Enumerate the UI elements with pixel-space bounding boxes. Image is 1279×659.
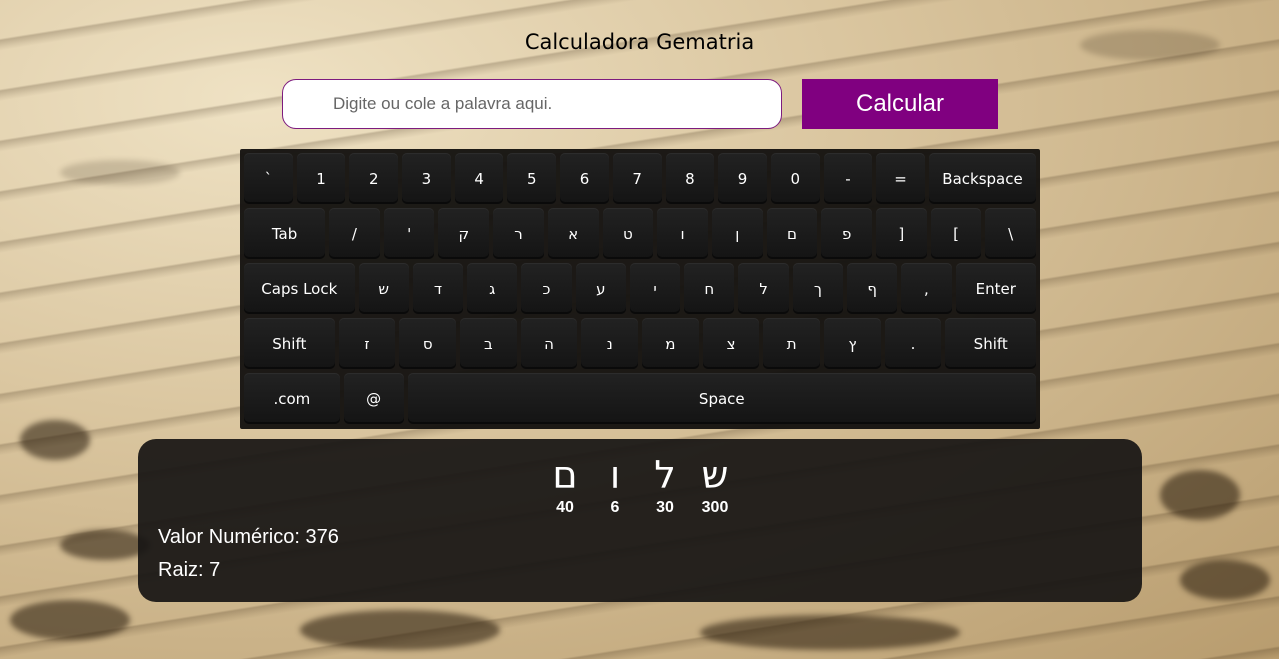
key-backspace[interactable]: Backspace <box>928 153 1037 204</box>
key[interactable]: ש <box>358 263 409 314</box>
keyboard-row: Shift ז ס ב ה נ מ צ ת ץ. Shift <box>244 318 1037 369</box>
key[interactable]: ן <box>711 208 763 259</box>
key[interactable]: 9 <box>718 153 767 204</box>
key[interactable]: . <box>884 318 942 369</box>
key-tab[interactable]: Tab <box>244 208 326 259</box>
key[interactable]: ח <box>684 263 735 314</box>
virtual-keyboard: ` 1 2 3 4 5 6 7 8 9 0- = Backspace Tab / ' ק ר א ט ו ן ם פ][\ Ca… <box>240 149 1040 429</box>
letter-item: ל 30 <box>645 453 685 517</box>
key-shift[interactable]: Shift <box>244 318 335 369</box>
key[interactable]: ס <box>399 318 457 369</box>
key[interactable]: 4 <box>454 153 504 204</box>
keyboard-row: Tab / ' ק ר א ט ו ן ם פ][\ <box>244 208 1037 259</box>
key[interactable]: ד <box>412 263 464 314</box>
key[interactable]: , <box>901 263 952 314</box>
word-input[interactable] <box>282 79 782 129</box>
key[interactable]: ת <box>763 318 821 369</box>
key[interactable]: ו <box>657 208 708 259</box>
key[interactable]: 5 <box>507 153 557 204</box>
results-panel: ם 40 ו 6 ל 30 ש 300 Valor Numérico: 376 Raiz: 7 <box>138 439 1142 602</box>
letter-value: 30 <box>656 499 674 516</box>
key[interactable]: ט <box>602 208 654 259</box>
key[interactable]: כ <box>521 263 572 314</box>
letter-value: 6 <box>610 499 620 516</box>
key-space[interactable]: Space <box>407 373 1036 424</box>
key[interactable]: ` <box>244 153 293 204</box>
key[interactable]: ' <box>383 208 435 259</box>
key[interactable]: ג <box>467 263 518 314</box>
letter-breakdown: ם 40 ו 6 ל 30 ש 300 <box>138 453 1142 517</box>
key[interactable]: 8 <box>665 153 715 204</box>
hebrew-letter: ם <box>552 453 578 497</box>
key[interactable]: פ <box>821 208 872 259</box>
key[interactable]: ם <box>766 208 818 259</box>
key[interactable]: = <box>876 153 925 204</box>
keyboard-row: ` 1 2 3 4 5 6 7 8 9 0- = Backspace <box>244 153 1037 204</box>
key[interactable]: 3 <box>402 153 451 204</box>
key[interactable]: ף <box>846 263 898 314</box>
root-value: Raiz: 7 <box>158 559 221 581</box>
page-title: Calculadora Gematria <box>524 30 755 54</box>
key[interactable]: - <box>823 153 873 204</box>
letter-item: ם 40 <box>545 453 585 517</box>
key-shift[interactable]: Shift <box>945 318 1037 369</box>
key-caps-lock[interactable]: Caps Lock <box>244 263 355 314</box>
key[interactable]: 2 <box>349 153 399 204</box>
hebrew-letter: ו <box>609 453 621 497</box>
key[interactable]: ז <box>338 318 396 369</box>
key[interactable]: ל <box>738 263 789 314</box>
letter-value: 40 <box>556 499 574 516</box>
key[interactable]: 7 <box>612 153 662 204</box>
keyboard-row: .com @ Space <box>244 373 1036 424</box>
key[interactable]: א <box>547 208 599 259</box>
calculate-button[interactable]: Calcular <box>802 79 998 129</box>
numeric-value: Valor Numérico: 376 <box>158 526 339 548</box>
key[interactable]: ר <box>493 208 544 259</box>
letter-value: 300 <box>701 499 729 516</box>
letter-item: ש 300 <box>695 453 735 517</box>
key[interactable]: מ <box>642 318 699 369</box>
key-enter[interactable]: Enter <box>955 263 1036 314</box>
key[interactable]: 6 <box>560 153 609 204</box>
key[interactable]: ה <box>520 318 578 369</box>
hebrew-letter: ש <box>701 453 729 497</box>
key[interactable]: @ <box>343 373 404 424</box>
key[interactable]: ץ <box>824 318 881 369</box>
key[interactable]: \ <box>985 208 1037 259</box>
key[interactable]: ב <box>460 318 517 369</box>
key[interactable]: נ <box>581 318 639 369</box>
key[interactable]: 0 <box>770 153 820 204</box>
key[interactable]: / <box>329 208 380 259</box>
key[interactable]: ] <box>875 208 927 259</box>
key[interactable]: צ <box>702 318 760 369</box>
keyboard-row: Caps Lock ש ד ג כ ע י ח ל ך ף, Enter <box>244 263 1036 314</box>
key[interactable]: ך <box>792 263 843 314</box>
letter-item: ו6 <box>595 453 635 517</box>
key[interactable]: י <box>629 263 681 314</box>
hebrew-letter: ל <box>654 453 676 497</box>
key[interactable]: ק <box>438 208 490 259</box>
key[interactable]: [ <box>930 208 982 259</box>
key--com[interactable]: .com <box>244 373 340 424</box>
key[interactable]: 1 <box>296 153 346 204</box>
key[interactable]: ע <box>575 263 626 314</box>
